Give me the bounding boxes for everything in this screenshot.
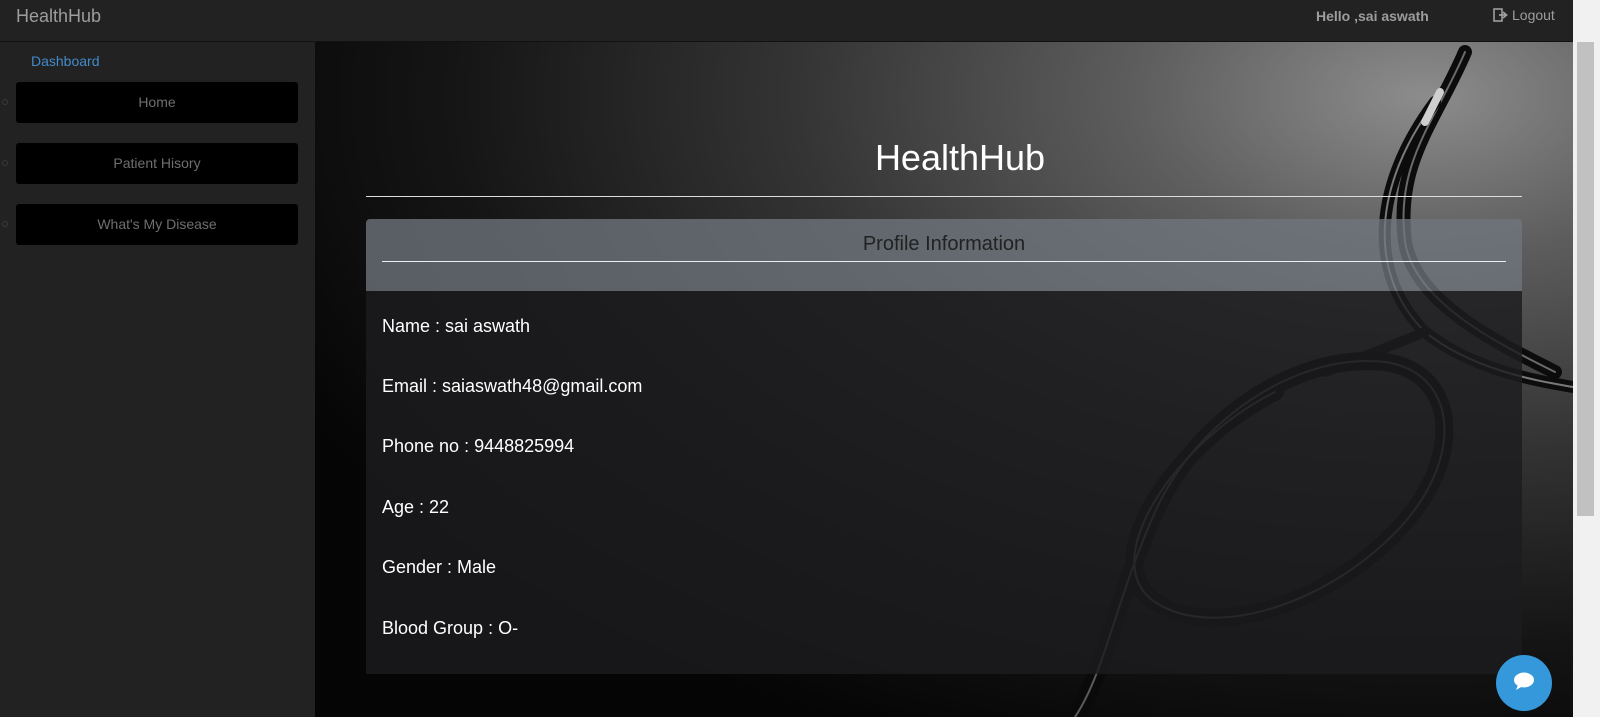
profile-card-divider: [382, 261, 1506, 262]
sidebar-bullet: [2, 160, 8, 166]
profile-gender: Gender : Male: [382, 557, 497, 577]
sidebar-bullet: [2, 99, 8, 105]
main-content: HealthHub Profile Information Name : sai…: [315, 42, 1573, 717]
logout-label: Logout: [1512, 7, 1555, 23]
chat-button[interactable]: [1496, 655, 1552, 711]
brand-logo[interactable]: HealthHub: [16, 6, 101, 27]
sidebar-bullet: [2, 221, 8, 227]
logout-button[interactable]: Logout: [1493, 7, 1555, 23]
profile-card-body: Name : sai aswath Email : saiaswath48@gm…: [366, 291, 1522, 674]
sidebar-item-home[interactable]: Home: [16, 82, 298, 123]
logout-icon: [1493, 8, 1509, 22]
sidebar-item-patient-history[interactable]: Patient Hisory: [16, 143, 298, 184]
sidebar-dashboard-link[interactable]: Dashboard: [31, 53, 100, 69]
profile-email: Email : saiaswath48@gmail.com: [382, 376, 643, 396]
profile-card-title: Profile Information: [862, 233, 1026, 255]
profile-blood-group: Blood Group : O-: [382, 618, 519, 638]
profile-age: Age : 22: [382, 497, 450, 517]
profile-card-header: Profile Information: [366, 219, 1522, 291]
page-scrollbar-thumb[interactable]: [1577, 42, 1594, 516]
user-greeting: Hello ,sai aswath: [1316, 8, 1429, 24]
top-navbar: HealthHub Hello ,sai aswath Logout: [0, 0, 1573, 42]
profile-phone: Phone no : 9448825994: [382, 436, 575, 456]
title-divider: [366, 196, 1522, 197]
sidebar: Dashboard Home Patient Hisory What's My …: [0, 42, 315, 717]
page-title: HealthHub: [874, 137, 1046, 178]
chat-bubble-icon: [1513, 671, 1535, 696]
profile-name: Name : sai aswath: [382, 316, 531, 336]
profile-card: Profile Information Name : sai aswath Em…: [366, 219, 1522, 674]
sidebar-item-whats-my-disease[interactable]: What's My Disease: [16, 204, 298, 245]
